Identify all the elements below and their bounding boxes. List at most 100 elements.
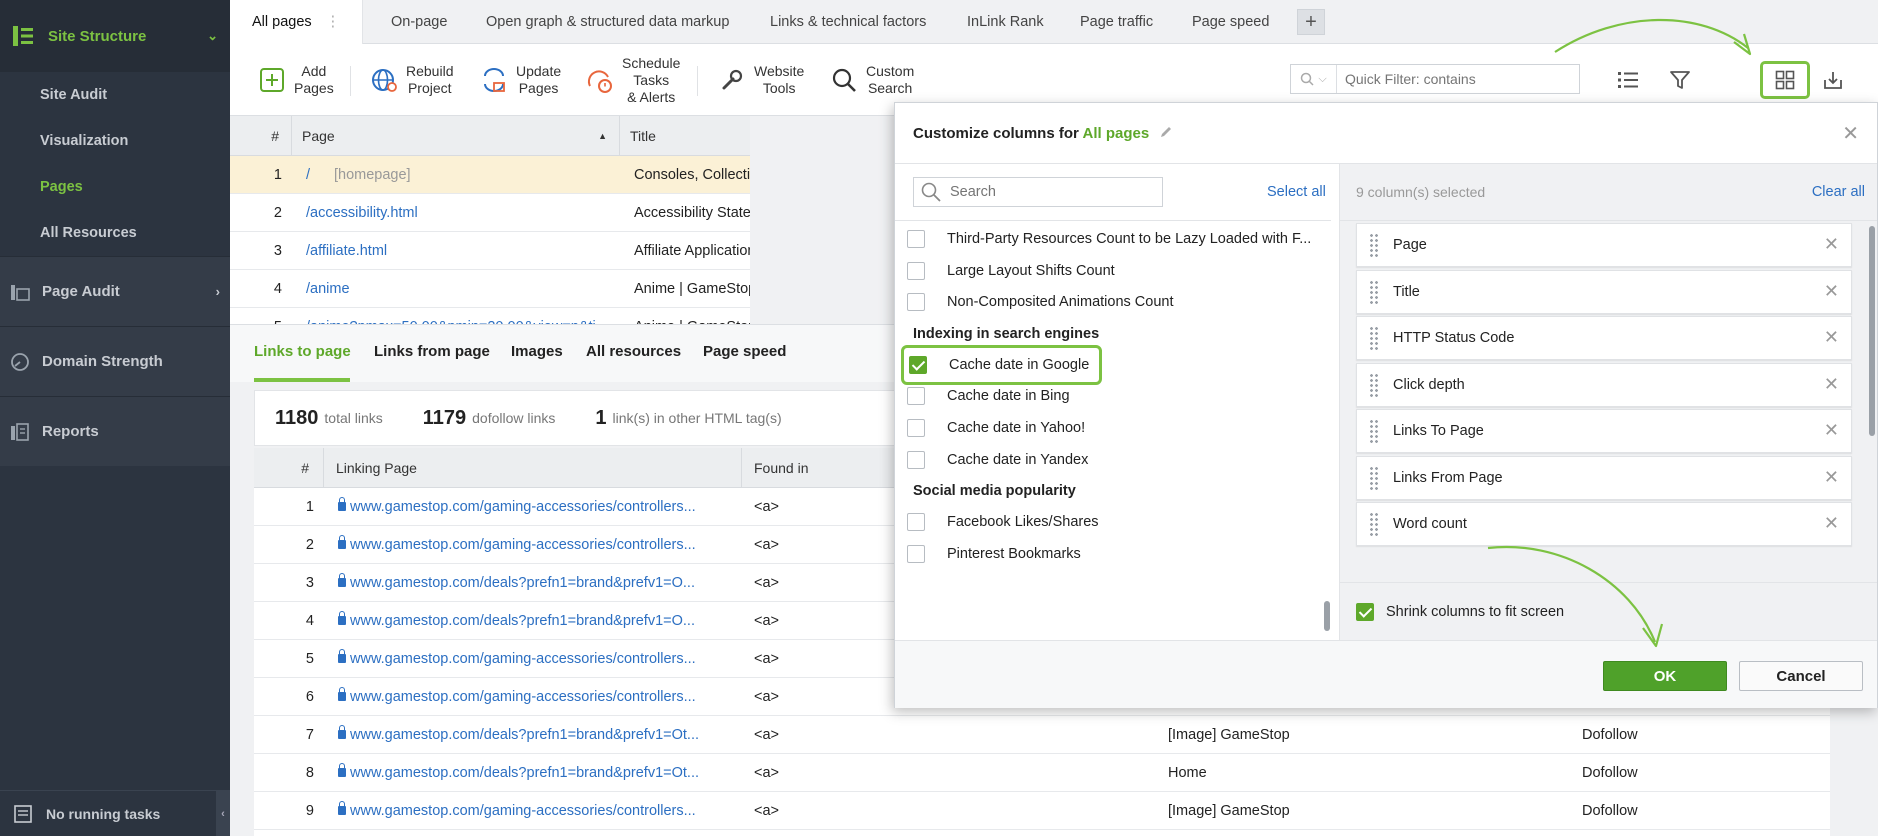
column-option[interactable]: Cache date in Yandex bbox=[907, 442, 1088, 478]
column-option-checkbox[interactable] bbox=[907, 293, 925, 312]
drag-handle-icon[interactable] bbox=[1369, 419, 1379, 443]
linking-page-url[interactable]: www.gamestop.com/deals?prefn1=brand&pref… bbox=[338, 602, 738, 640]
running-tasks-status[interactable]: No running tasks ‹ bbox=[0, 790, 230, 836]
schedule-tasks-button[interactable]: Schedule Tasks & Alerts bbox=[586, 44, 680, 116]
column-header-page[interactable]: Page ▲ bbox=[292, 116, 620, 156]
sidebar-item-pages[interactable]: Pages bbox=[0, 164, 230, 210]
close-icon[interactable]: ✕ bbox=[1842, 121, 1859, 146]
tab-links-from-page[interactable]: Links from page bbox=[374, 343, 490, 360]
ok-button[interactable]: OK bbox=[1603, 661, 1727, 691]
sidebar-section-page-audit[interactable]: Page Audit › bbox=[0, 256, 230, 326]
column-header-number[interactable]: # bbox=[254, 448, 324, 488]
linking-page-url[interactable]: www.gamestop.com/deals?prefn1=brand&pref… bbox=[338, 564, 738, 602]
column-option-checkbox[interactable] bbox=[907, 387, 925, 406]
page-url[interactable]: /anime?pmax=50.00&pmin=20.00&view=n&ti bbox=[306, 308, 616, 324]
cancel-button[interactable]: Cancel bbox=[1739, 661, 1863, 691]
selected-column-item[interactable]: Click depth ✕ bbox=[1356, 362, 1852, 407]
table-row[interactable]: 9 www.gamestop.com/gaming-accessories/con… bbox=[254, 792, 1830, 830]
tab-page-speed[interactable]: Page speed bbox=[1192, 0, 1269, 44]
table-row[interactable]: 1 / [homepage] Consoles, Collectibles, V… bbox=[230, 156, 750, 194]
linking-page-url[interactable]: www.gamestop.com/gaming-accessories/cont… bbox=[338, 488, 738, 526]
drag-handle-icon[interactable] bbox=[1369, 326, 1379, 350]
tab-images[interactable]: Images bbox=[511, 343, 563, 360]
tab-open-graph[interactable]: Open graph & structured data markup bbox=[486, 0, 729, 44]
column-option[interactable]: Third-Party Resources Count to be Lazy L… bbox=[907, 221, 1311, 257]
selected-column-item[interactable]: HTTP Status Code ✕ bbox=[1356, 316, 1852, 360]
linking-page-url[interactable]: www.gamestop.com/gaming-accessories/cont… bbox=[338, 526, 738, 564]
column-option[interactable]: Facebook Likes/Shares bbox=[907, 504, 1099, 540]
selected-column-item[interactable]: Links To Page ✕ bbox=[1356, 409, 1852, 453]
column-option[interactable]: Cache date in Yahoo! bbox=[907, 410, 1085, 446]
drag-handle-icon[interactable] bbox=[1369, 465, 1379, 490]
column-option-checkbox[interactable] bbox=[907, 544, 925, 563]
shrink-columns-checkbox[interactable] bbox=[1356, 602, 1374, 621]
table-row[interactable]: 3 /affiliate.html Affiliate Application … bbox=[230, 232, 750, 270]
column-header-linking-page[interactable]: Linking Page bbox=[324, 448, 742, 488]
customize-columns-button[interactable] bbox=[1760, 61, 1810, 99]
remove-column-icon[interactable]: ✕ bbox=[1824, 281, 1839, 302]
page-url[interactable]: /affiliate.html bbox=[306, 232, 387, 270]
select-all-link[interactable]: Select all bbox=[1267, 184, 1326, 200]
linking-page-url[interactable]: www.gamestop.com/deals?prefn1=brand&pref… bbox=[338, 754, 738, 792]
column-header-number[interactable]: # bbox=[230, 116, 292, 156]
selected-columns-scrollbar[interactable] bbox=[1867, 220, 1877, 582]
update-pages-button[interactable]: Update Pages bbox=[480, 44, 561, 116]
remove-column-icon[interactable]: ✕ bbox=[1824, 513, 1839, 534]
pencil-icon[interactable] bbox=[1159, 125, 1173, 139]
remove-column-icon[interactable]: ✕ bbox=[1824, 234, 1839, 255]
column-search-input[interactable] bbox=[950, 184, 1150, 200]
drag-handle-icon[interactable] bbox=[1369, 512, 1379, 536]
clear-all-link[interactable]: Clear all bbox=[1812, 184, 1865, 200]
table-row[interactable]: 7 www.gamestop.com/deals?prefn1=brand&pre… bbox=[254, 716, 1830, 754]
add-pages-button[interactable]: Add Pages bbox=[258, 44, 334, 116]
table-row[interactable]: 2 /accessibility.html Accessibility Stat… bbox=[230, 194, 750, 232]
sidebar-item-visualization[interactable]: Visualization bbox=[0, 118, 230, 164]
column-option-checkbox[interactable] bbox=[907, 513, 925, 532]
page-url[interactable]: /anime bbox=[306, 270, 350, 308]
page-url[interactable]: / bbox=[306, 156, 310, 194]
remove-column-icon[interactable]: ✕ bbox=[1824, 327, 1839, 348]
table-row[interactable]: 5 /anime?pmax=50.00&pmin=20.00&view=n&ti… bbox=[230, 308, 750, 324]
column-option-checkbox[interactable] bbox=[907, 450, 925, 469]
tab-inlink-rank[interactable]: InLink Rank bbox=[967, 0, 1044, 44]
remove-column-icon[interactable]: ✕ bbox=[1824, 467, 1839, 488]
table-row[interactable]: 8 www.gamestop.com/deals?prefn1=brand&pre… bbox=[254, 754, 1830, 792]
export-button[interactable] bbox=[1815, 62, 1851, 98]
column-option[interactable]: Pinterest Bookmarks bbox=[907, 536, 1081, 572]
tab-on-page[interactable]: On-page bbox=[391, 0, 447, 44]
filter-button[interactable] bbox=[1662, 62, 1698, 98]
column-option-checkbox[interactable] bbox=[907, 230, 925, 248]
drag-handle-icon[interactable] bbox=[1369, 233, 1379, 257]
column-option[interactable]: Large Layout Shifts Count bbox=[907, 253, 1115, 289]
drag-handle-icon[interactable] bbox=[1369, 372, 1379, 397]
website-tools-button[interactable]: Website Tools bbox=[718, 44, 804, 116]
selected-column-item[interactable]: Word count ✕ bbox=[1356, 502, 1852, 546]
selected-column-item[interactable]: Page ✕ bbox=[1356, 223, 1852, 267]
tab-links-technical[interactable]: Links & technical factors bbox=[770, 0, 926, 44]
table-row[interactable]: 4 /anime Anime | GameStop 20 bbox=[230, 270, 750, 308]
remove-column-icon[interactable]: ✕ bbox=[1824, 420, 1839, 441]
sidebar-item-all-resources[interactable]: All Resources bbox=[0, 210, 230, 256]
available-columns-scrollbar[interactable] bbox=[1323, 221, 1331, 640]
collapse-sidebar-icon[interactable]: ‹ bbox=[216, 791, 230, 836]
column-option-checkbox[interactable] bbox=[909, 355, 927, 374]
column-option-checkbox[interactable] bbox=[907, 261, 925, 280]
quick-filter-input[interactable] bbox=[1337, 65, 1567, 93]
column-option[interactable]: Non-Composited Animations Count bbox=[907, 284, 1173, 320]
shrink-columns-option[interactable]: Shrink columns to fit screen bbox=[1340, 582, 1877, 640]
linking-page-url[interactable]: www.gamestop.com/gaming-accessories/cont… bbox=[338, 640, 738, 678]
scrollbar-thumb[interactable] bbox=[1324, 601, 1330, 631]
linking-page-url[interactable]: www.gamestop.com/deals?prefn1=brand&pref… bbox=[338, 716, 738, 754]
add-tab-button[interactable]: + bbox=[1297, 9, 1325, 35]
linking-page-url[interactable]: www.gamestop.com/gaming-accessories/cont… bbox=[338, 678, 738, 716]
remove-column-icon[interactable]: ✕ bbox=[1824, 374, 1839, 395]
linking-page-url[interactable]: www.gamestop.com/gaming-accessories/cont… bbox=[338, 792, 738, 830]
column-option[interactable]: Cache date in Bing bbox=[907, 378, 1070, 414]
tab-all-resources[interactable]: All resources bbox=[586, 343, 681, 360]
quick-filter-mode-dropdown[interactable]: ⌵ bbox=[1291, 65, 1337, 93]
drag-handle-icon[interactable] bbox=[1369, 279, 1379, 304]
page-url[interactable]: /accessibility.html bbox=[306, 194, 418, 232]
tab-all-pages[interactable]: All pages ⋮ bbox=[230, 0, 364, 44]
scrollbar-thumb[interactable] bbox=[1869, 226, 1875, 436]
column-header-title[interactable]: Title bbox=[620, 116, 750, 156]
